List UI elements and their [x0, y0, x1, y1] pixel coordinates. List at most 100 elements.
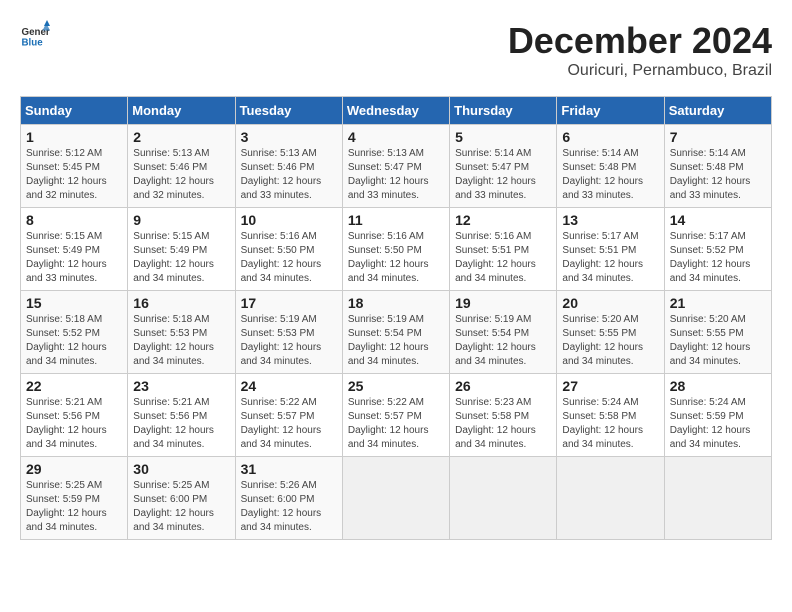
day-number: 19: [455, 295, 551, 311]
day-number: 5: [455, 129, 551, 145]
day-number: 7: [670, 129, 766, 145]
table-row: 13 Sunrise: 5:17 AMSunset: 5:51 PMDayligh…: [557, 208, 664, 291]
day-number: 28: [670, 378, 766, 394]
header-wednesday: Wednesday: [342, 97, 449, 125]
table-row: [450, 457, 557, 540]
table-row: 26 Sunrise: 5:23 AMSunset: 5:58 PMDayligh…: [450, 374, 557, 457]
header-thursday: Thursday: [450, 97, 557, 125]
table-row: 3 Sunrise: 5:13 AMSunset: 5:46 PMDaylight…: [235, 125, 342, 208]
day-number: 2: [133, 129, 229, 145]
table-row: 25 Sunrise: 5:22 AMSunset: 5:57 PMDayligh…: [342, 374, 449, 457]
logo-icon: General Blue: [20, 20, 50, 50]
day-info: Sunrise: 5:25 AMSunset: 6:00 PMDaylight:…: [133, 479, 229, 535]
table-row: 4Sunrise: 5:13 AMSunset: 5:47 PMDaylight…: [342, 125, 449, 208]
header-friday: Friday: [557, 97, 664, 125]
table-row: 19 Sunrise: 5:19 AMSunset: 5:54 PMDayligh…: [450, 291, 557, 374]
day-info: Sunrise: 5:22 AMSunset: 5:57 PMDaylight:…: [241, 396, 337, 452]
table-row: 31Sunrise: 5:26 AMSunset: 6:00 PMDayligh…: [235, 457, 342, 540]
day-info: Sunrise: 5:23 AMSunset: 5:58 PMDaylight:…: [455, 396, 551, 452]
day-number: 4: [348, 129, 444, 145]
table-row: 11 Sunrise: 5:16 AMSunset: 5:50 PMDayligh…: [342, 208, 449, 291]
day-info: Sunrise: 5:15 AMSunset: 5:49 PMDaylight:…: [26, 230, 122, 286]
table-row: [342, 457, 449, 540]
table-row: 21Sunrise: 5:20 AMSunset: 5:55 PMDayligh…: [664, 291, 771, 374]
table-row: 20Sunrise: 5:20 AMSunset: 5:55 PMDayligh…: [557, 291, 664, 374]
day-info: Sunrise: 5:14 AMSunset: 5:47 PMDaylight:…: [455, 147, 551, 203]
day-info: Sunrise: 5:13 AMSunset: 5:46 PMDaylight:…: [241, 147, 337, 203]
header-sunday: Sunday: [21, 97, 128, 125]
table-row: 8 Sunrise: 5:15 AMSunset: 5:49 PMDaylight…: [21, 208, 128, 291]
day-info: Sunrise: 5:16 AMSunset: 5:51 PMDaylight:…: [455, 230, 551, 286]
day-info: Sunrise: 5:16 AMSunset: 5:50 PMDaylight:…: [348, 230, 444, 286]
day-number: 8: [26, 212, 122, 228]
day-info: Sunrise: 5:20 AMSunset: 5:55 PMDaylight:…: [562, 313, 658, 369]
page-header: General Blue December 2024 Ouricuri, Per…: [20, 20, 772, 80]
day-number: 1: [26, 129, 122, 145]
table-row: 16 Sunrise: 5:18 AMSunset: 5:53 PMDayligh…: [128, 291, 235, 374]
day-info: Sunrise: 5:24 AMSunset: 5:58 PMDaylight:…: [562, 396, 658, 452]
table-row: 30Sunrise: 5:25 AMSunset: 6:00 PMDayligh…: [128, 457, 235, 540]
day-info: Sunrise: 5:13 AMSunset: 5:46 PMDaylight:…: [133, 147, 229, 203]
day-number: 26: [455, 378, 551, 394]
table-row: 2 Sunrise: 5:13 AMSunset: 5:46 PMDaylight…: [128, 125, 235, 208]
day-info: Sunrise: 5:21 AMSunset: 5:56 PMDaylight:…: [26, 396, 122, 452]
day-number: 27: [562, 378, 658, 394]
day-info: Sunrise: 5:25 AMSunset: 5:59 PMDaylight:…: [26, 479, 122, 535]
day-number: 9: [133, 212, 229, 228]
day-info: Sunrise: 5:18 AMSunset: 5:53 PMDaylight:…: [133, 313, 229, 369]
day-number: 22: [26, 378, 122, 394]
table-row: 10Sunrise: 5:16 AMSunset: 5:50 PMDayligh…: [235, 208, 342, 291]
day-info: Sunrise: 5:19 AMSunset: 5:54 PMDaylight:…: [348, 313, 444, 369]
day-number: 6: [562, 129, 658, 145]
day-number: 18: [348, 295, 444, 311]
day-info: Sunrise: 5:19 AMSunset: 5:53 PMDaylight:…: [241, 313, 337, 369]
table-row: 28 Sunrise: 5:24 AMSunset: 5:59 PMDayligh…: [664, 374, 771, 457]
day-info: Sunrise: 5:17 AMSunset: 5:52 PMDaylight:…: [670, 230, 766, 286]
day-number: 11: [348, 212, 444, 228]
svg-text:Blue: Blue: [22, 38, 44, 49]
day-info: Sunrise: 5:24 AMSunset: 5:59 PMDaylight:…: [670, 396, 766, 452]
table-row: 5 Sunrise: 5:14 AMSunset: 5:47 PMDaylight…: [450, 125, 557, 208]
day-number: 13: [562, 212, 658, 228]
location-title: Ouricuri, Pernambuco, Brazil: [508, 62, 772, 80]
day-number: 15: [26, 295, 122, 311]
calendar-week-row: 29 Sunrise: 5:25 AMSunset: 5:59 PMDayligh…: [21, 457, 772, 540]
day-number: 3: [241, 129, 337, 145]
table-row: 7Sunrise: 5:14 AMSunset: 5:48 PMDaylight…: [664, 125, 771, 208]
month-title: December 2024: [508, 20, 772, 62]
day-info: Sunrise: 5:21 AMSunset: 5:56 PMDaylight:…: [133, 396, 229, 452]
day-info: Sunrise: 5:12 AMSunset: 5:45 PMDaylight:…: [26, 147, 122, 203]
header-saturday: Saturday: [664, 97, 771, 125]
table-row: 15 Sunrise: 5:18 AMSunset: 5:52 PMDayligh…: [21, 291, 128, 374]
day-info: Sunrise: 5:15 AMSunset: 5:49 PMDaylight:…: [133, 230, 229, 286]
calendar-table: Sunday Monday Tuesday Wednesday Thursday…: [20, 96, 772, 540]
table-row: 12 Sunrise: 5:16 AMSunset: 5:51 PMDayligh…: [450, 208, 557, 291]
weekday-header-row: Sunday Monday Tuesday Wednesday Thursday…: [21, 97, 772, 125]
title-area: December 2024 Ouricuri, Pernambuco, Braz…: [508, 20, 772, 80]
header-monday: Monday: [128, 97, 235, 125]
day-number: 23: [133, 378, 229, 394]
day-number: 24: [241, 378, 337, 394]
table-row: 17 Sunrise: 5:19 AMSunset: 5:53 PMDayligh…: [235, 291, 342, 374]
day-number: 12: [455, 212, 551, 228]
day-info: Sunrise: 5:16 AMSunset: 5:50 PMDaylight:…: [241, 230, 337, 286]
day-number: 25: [348, 378, 444, 394]
day-number: 29: [26, 461, 122, 477]
day-info: Sunrise: 5:20 AMSunset: 5:55 PMDaylight:…: [670, 313, 766, 369]
day-info: Sunrise: 5:18 AMSunset: 5:52 PMDaylight:…: [26, 313, 122, 369]
calendar-week-row: 8 Sunrise: 5:15 AMSunset: 5:49 PMDaylight…: [21, 208, 772, 291]
table-row: 27 Sunrise: 5:24 AMSunset: 5:58 PMDayligh…: [557, 374, 664, 457]
calendar-week-row: 1 Sunrise: 5:12 AMSunset: 5:45 PMDaylight…: [21, 125, 772, 208]
day-info: Sunrise: 5:14 AMSunset: 5:48 PMDaylight:…: [562, 147, 658, 203]
table-row: [664, 457, 771, 540]
table-row: 9 Sunrise: 5:15 AMSunset: 5:49 PMDaylight…: [128, 208, 235, 291]
day-info: Sunrise: 5:26 AMSunset: 6:00 PMDaylight:…: [241, 479, 337, 535]
day-info: Sunrise: 5:19 AMSunset: 5:54 PMDaylight:…: [455, 313, 551, 369]
day-number: 17: [241, 295, 337, 311]
table-row: 23 Sunrise: 5:21 AMSunset: 5:56 PMDayligh…: [128, 374, 235, 457]
calendar-week-row: 22 Sunrise: 5:21 AMSunset: 5:56 PMDayligh…: [21, 374, 772, 457]
day-info: Sunrise: 5:17 AMSunset: 5:51 PMDaylight:…: [562, 230, 658, 286]
calendar-week-row: 15 Sunrise: 5:18 AMSunset: 5:52 PMDayligh…: [21, 291, 772, 374]
day-number: 16: [133, 295, 229, 311]
day-info: Sunrise: 5:22 AMSunset: 5:57 PMDaylight:…: [348, 396, 444, 452]
